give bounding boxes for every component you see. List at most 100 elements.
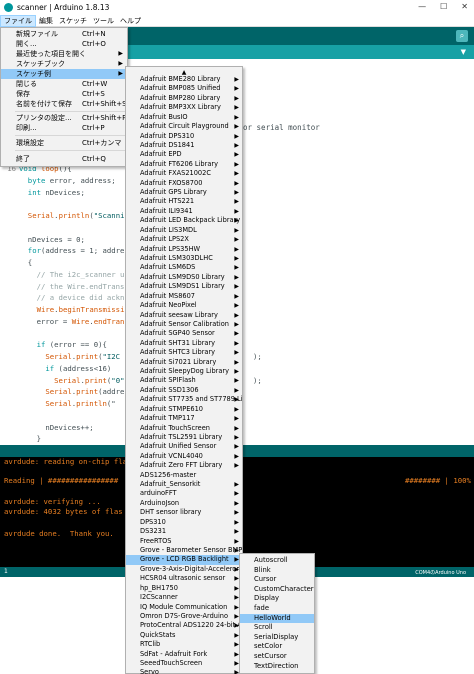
example-library-item[interactable]: Adafruit EPD ▶	[126, 150, 242, 160]
example-library-item[interactable]: IQ Module Communication ▶	[126, 603, 242, 613]
file-menu-item[interactable]: 新規ファイル Ctrl+N	[1, 29, 127, 39]
example-library-item[interactable]: DHT sensor library ▶	[126, 508, 242, 518]
example-library-item[interactable]: Adafruit ST7735 and ST7789 Library▶	[126, 395, 242, 405]
menu-edit[interactable]: 編集	[36, 15, 56, 27]
example-library-item[interactable]: Adafruit Zero FFT Library ▶	[126, 461, 242, 471]
example-library-item[interactable]: Omron D7S-Grove-Arduino ▶	[126, 612, 242, 622]
example-library-item[interactable]: Adafruit Sensor Calibration ▶	[126, 320, 242, 330]
example-library-item[interactable]: Adafruit FXOS8700 ▶	[126, 179, 242, 189]
example-library-item[interactable]: Grove-3-Axis-Digital-Accelerometer▶	[126, 565, 242, 575]
file-menu-item[interactable]: 閉じる Ctrl+W	[1, 79, 127, 89]
example-library-item[interactable]: Adafruit ILI9341 ▶	[126, 207, 242, 217]
menu-file[interactable]: ファイル	[0, 14, 36, 27]
lcd-example-item[interactable]: fade	[240, 604, 314, 614]
lcd-example-item[interactable]: CustomCharacter	[240, 585, 314, 595]
minimize-button[interactable]: —	[418, 2, 426, 11]
example-library-item[interactable]: Grove - LCD RGB Backlight ▶	[126, 555, 242, 565]
file-menu-item[interactable]: 保存 Ctrl+S	[1, 89, 127, 99]
example-library-item[interactable]: Adafruit SSD1306 ▶	[126, 386, 242, 396]
file-menu-item[interactable]: スケッチブック ▶	[1, 59, 127, 69]
file-menu-item[interactable]: 最近使った項目を開く ▶	[1, 49, 127, 59]
file-menu-item-examples[interactable]: スケッチ例 ▶	[1, 69, 127, 79]
example-library-item[interactable]: SeeedTouchScreen ▶	[126, 659, 242, 669]
example-library-item[interactable]: Servo ▶	[126, 668, 242, 674]
menu-sketch[interactable]: スケッチ	[56, 15, 90, 27]
example-library-item[interactable]: Adafruit DPS310 ▶	[126, 132, 242, 142]
example-library-item[interactable]: Adafruit BMP085 Unified ▶	[126, 84, 242, 94]
example-library-item[interactable]: Adafruit Unified Sensor ▶	[126, 442, 242, 452]
example-library-item[interactable]: DS3231 ▶	[126, 527, 242, 537]
lcd-example-item[interactable]: SerialDisplay	[240, 633, 314, 643]
code-line: int nDevices;	[0, 187, 85, 198]
file-menu-item[interactable]: 環境設定 Ctrl+カンマ	[1, 138, 127, 148]
serial-monitor-icon[interactable]: ⌕	[456, 30, 468, 42]
example-library-item[interactable]: Adafruit_Sensorkit ▶	[126, 480, 242, 490]
example-library-item[interactable]: I2CScanner ▶	[126, 593, 242, 603]
menu-help[interactable]: ヘルプ	[117, 15, 144, 27]
example-library-item[interactable]: QuickStats ▶	[126, 631, 242, 641]
example-library-item[interactable]: Adafruit TMP117 ▶	[126, 414, 242, 424]
example-library-item[interactable]: Adafruit VCNL4040 ▶	[126, 452, 242, 462]
lcd-example-item[interactable]: TextDirection	[240, 662, 314, 672]
file-menu-item[interactable]: プリンタの設定... Ctrl+Shift+P	[1, 113, 127, 123]
lcd-example-item[interactable]: setColor	[240, 642, 314, 652]
example-library-item[interactable]: Adafruit Si7021 Library ▶	[126, 358, 242, 368]
example-library-item[interactable]: Adafruit TSL2591 Library ▶	[126, 433, 242, 443]
lcd-example-item[interactable]: Display	[240, 594, 314, 604]
example-library-item[interactable]: ProtoCentral ADS1220 24-bit ADC ▶	[126, 621, 242, 631]
example-library-item[interactable]: Adafruit MS8607 ▶	[126, 292, 242, 302]
example-library-item[interactable]: DPS310 ▶	[126, 518, 242, 528]
close-button[interactable]: ✕	[461, 2, 468, 11]
lcd-example-item[interactable]: setCursor	[240, 652, 314, 662]
tab-menu-chevron-down-icon[interactable]: ▼	[461, 48, 466, 56]
example-library-item[interactable]: Adafruit LED Backpack Library ▶	[126, 216, 242, 226]
file-menu-item[interactable]: 名前を付けて保存 Ctrl+Shift+S	[1, 99, 127, 109]
maximize-button[interactable]: ☐	[440, 2, 447, 11]
example-library-item[interactable]: SdFat - Adafruit Fork ▶	[126, 650, 242, 660]
example-library-item[interactable]: HCSR04 ultrasonic sensor ▶	[126, 574, 242, 584]
lcd-example-item[interactable]: Blink	[240, 566, 314, 576]
example-library-item[interactable]: Adafruit SPIFlash ▶	[126, 376, 242, 386]
example-library-item[interactable]: Adafruit BusIO ▶	[126, 113, 242, 123]
example-library-item[interactable]: Adafruit BME280 Library ▶	[126, 75, 242, 85]
example-library-item[interactable]: Adafruit LIS3MDL ▶	[126, 226, 242, 236]
example-library-item[interactable]: Adafruit STMPE610 ▶	[126, 405, 242, 415]
example-library-item[interactable]: Adafruit NeoPixel ▶	[126, 301, 242, 311]
example-library-item[interactable]: Adafruit FT6206 Library ▶	[126, 160, 242, 170]
file-menu-item[interactable]: 開く... Ctrl+O	[1, 39, 127, 49]
example-library-item[interactable]: ArduinoJson ▶	[126, 499, 242, 509]
example-library-item[interactable]: Adafruit LSM9DS0 Library ▶	[126, 273, 242, 283]
example-library-item[interactable]: Adafruit BMP280 Library ▶	[126, 94, 242, 104]
example-library-item[interactable]: Adafruit BMP3XX Library ▶	[126, 103, 242, 113]
example-library-item[interactable]: Adafruit LPS35HW ▶	[126, 245, 242, 255]
lcd-example-item[interactable]: Autoscroll	[240, 556, 314, 566]
example-library-item[interactable]: FreeRTOS ▶	[126, 537, 242, 547]
example-library-item[interactable]: Adafruit LPS2X ▶	[126, 235, 242, 245]
example-library-item[interactable]: Adafruit SGP40 Sensor ▶	[126, 329, 242, 339]
example-library-item[interactable]: Adafruit Circuit Playground ▶	[126, 122, 242, 132]
example-library-item[interactable]: Adafruit FXAS21002C ▶	[126, 169, 242, 179]
example-library-item[interactable]: hp_BH1750 ▶	[126, 584, 242, 594]
example-library-item[interactable]: ADS1256-master	[126, 471, 242, 481]
file-menu-item[interactable]: 終了 Ctrl+Q	[1, 154, 127, 164]
example-library-item[interactable]: Adafruit TouchScreen ▶	[126, 424, 242, 434]
lcd-example-item[interactable]: HelloWorld	[240, 613, 314, 624]
example-library-item[interactable]: Adafruit LSM303DLHC ▶	[126, 254, 242, 264]
example-library-item[interactable]: Adafruit DS1841 ▶	[126, 141, 242, 151]
example-library-item[interactable]: Adafruit GPS Library ▶	[126, 188, 242, 198]
example-library-item[interactable]: Adafruit HTS221 ▶	[126, 197, 242, 207]
lcd-example-item[interactable]: Scroll	[240, 623, 314, 633]
example-library-item[interactable]: Adafruit LSM9DS1 Library ▶	[126, 282, 242, 292]
file-menu-item[interactable]: 印刷... Ctrl+P	[1, 123, 127, 133]
example-library-item[interactable]: arduinoFFT ▶	[126, 489, 242, 499]
example-library-item[interactable]: Grove - Barometer Sensor BMP280▶	[126, 546, 242, 556]
menu-tools[interactable]: ツール	[90, 15, 117, 27]
example-library-item[interactable]: Adafruit SHTC3 Library ▶	[126, 348, 242, 358]
example-library-item[interactable]: Adafruit seesaw Library ▶	[126, 311, 242, 321]
example-library-item[interactable]: RTClib ▶	[126, 640, 242, 650]
lcd-example-item[interactable]: Cursor	[240, 575, 314, 585]
example-library-item[interactable]: Adafruit SleepyDog Library ▶	[126, 367, 242, 377]
example-library-item[interactable]: Adafruit SHT31 Library ▶	[126, 339, 242, 349]
example-library-item[interactable]: Adafruit LSM6DS ▶	[126, 263, 242, 273]
